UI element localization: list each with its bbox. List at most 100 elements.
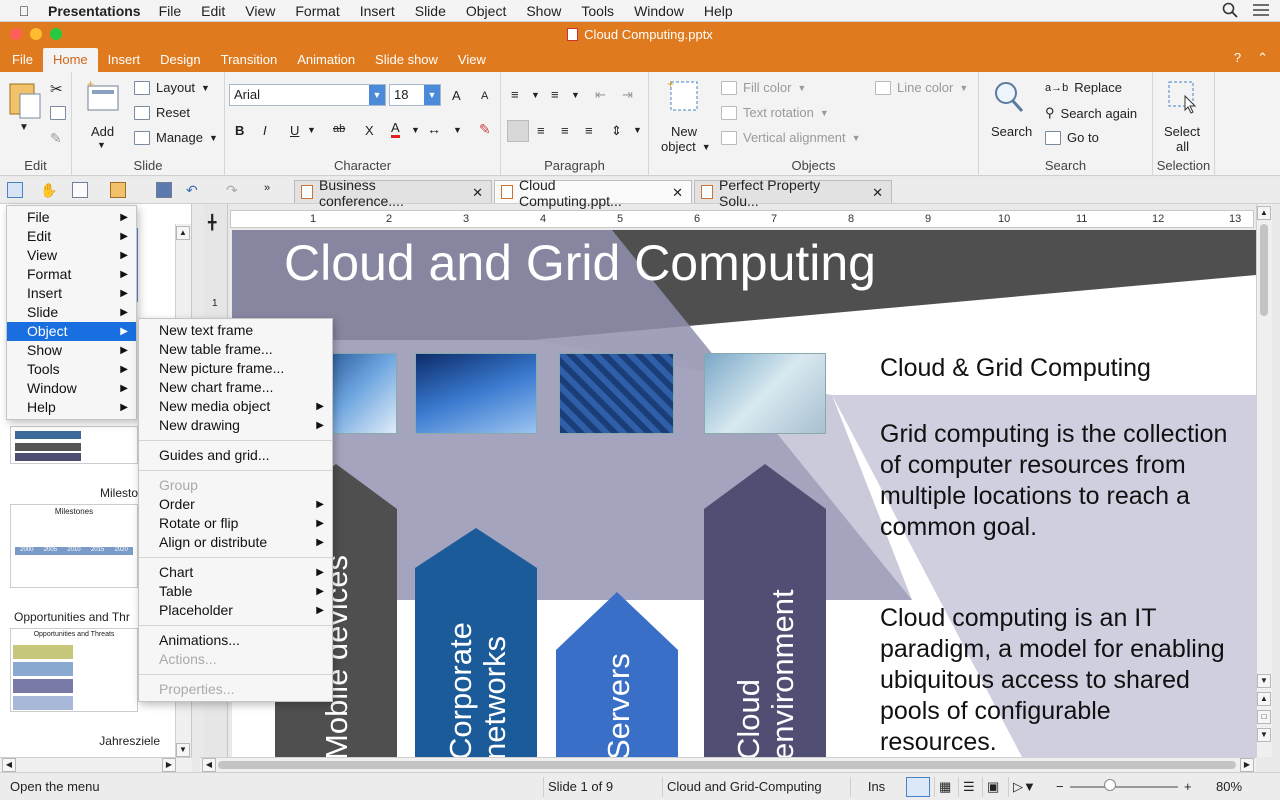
bold-button[interactable]: B [235, 123, 244, 138]
scroll-left-icon[interactable]: ◀ [202, 758, 216, 772]
object-new-table-frame[interactable]: New table frame... [139, 340, 332, 359]
shrink-font-button[interactable]: A [481, 90, 488, 102]
char-spacing-dropdown-icon[interactable]: ▼ [453, 125, 462, 135]
manage-button[interactable]: Manage ▼ [134, 130, 218, 145]
close-tab-icon[interactable]: ✕ [672, 185, 683, 201]
scroll-right-icon[interactable]: ▶ [1240, 758, 1254, 772]
help-icon[interactable]: ? [1234, 50, 1241, 66]
align-center-icon[interactable]: ≡ [537, 123, 545, 138]
doc-tab-business[interactable]: Business conference.... ✕ [294, 177, 492, 209]
network-photo[interactable] [559, 353, 674, 434]
zoom-window-button[interactable] [50, 28, 62, 40]
scroll-up-icon[interactable]: ▲ [1257, 206, 1271, 220]
toolbar-overflow-icon[interactable]: » [264, 182, 280, 198]
mac-menu-edit[interactable]: Edit [201, 3, 225, 19]
doc-tab-cloud-computing[interactable]: Cloud Computing.ppt... ✕ [494, 177, 692, 209]
paste-dropdown-icon[interactable]: ▼ [19, 122, 29, 133]
mac-menu-insert[interactable]: Insert [360, 3, 395, 19]
outline-view-icon[interactable]: ☰ [958, 777, 980, 797]
copy-icon[interactable] [50, 106, 66, 120]
vertical-alignment-button[interactable]: Vertical alignment ▼ [721, 130, 861, 145]
redo-icon[interactable]: ↷ [226, 182, 242, 198]
object-chart[interactable]: Chart ▶ [139, 563, 332, 582]
object-animations[interactable]: Animations... [139, 631, 332, 650]
go-to-button[interactable]: Go to [1045, 130, 1099, 145]
object-rotate-or-flip[interactable]: Rotate or flip ▶ [139, 514, 332, 533]
bullets-icon[interactable]: ≡ [511, 87, 519, 102]
italic-button[interactable]: I [263, 123, 267, 138]
slide-thumb-opportunities[interactable]: Opportunities and Threats [10, 628, 138, 712]
slide-subtitle[interactable]: Cloud & Grid Computing [880, 353, 1151, 384]
mac-menu-slide[interactable]: Slide [415, 3, 446, 19]
tab-file[interactable]: File [2, 48, 43, 72]
zoom-slider[interactable] [1070, 786, 1178, 788]
menu-tools[interactable]: Tools ▶ [7, 360, 136, 379]
tab-transition[interactable]: Transition [211, 48, 288, 72]
line-spacing-dropdown-icon[interactable]: ▼ [633, 125, 642, 135]
previous-slide-icon[interactable]: ▲ [1257, 692, 1271, 706]
status-insert-mode[interactable]: Ins [850, 777, 898, 797]
page-icon[interactable]: □ [1257, 710, 1271, 724]
object-new-text-frame[interactable]: New text frame [139, 321, 332, 340]
line-color-button[interactable]: Line color ▼ [875, 80, 968, 95]
new-object-icon[interactable]: + [667, 78, 701, 114]
align-left-icon[interactable] [507, 120, 529, 142]
menu-edit[interactable]: Edit ▶ [7, 227, 136, 246]
increase-indent-icon[interactable]: ⇥ [622, 87, 633, 103]
add-slide-icon[interactable]: + [86, 80, 120, 112]
zoom-level[interactable]: 80% [1212, 777, 1242, 797]
normal-view-icon[interactable] [906, 777, 930, 797]
menu-file[interactable]: File ▶ [7, 208, 136, 227]
slide-paragraph-cloud[interactable]: Cloud computing is an IT paradigm, a mod… [880, 603, 1230, 757]
add-slide-dropdown-icon[interactable]: ▼ [97, 140, 106, 150]
zoom-in-icon[interactable]: + [1180, 777, 1192, 797]
font-size-combo[interactable]: 18 ▼ [389, 84, 441, 106]
menu-slide[interactable]: Slide ▶ [7, 303, 136, 322]
minimize-window-button[interactable] [30, 28, 42, 40]
select-all-icon[interactable] [1167, 80, 1199, 114]
mac-menu-help[interactable]: Help [704, 3, 733, 19]
menu-format[interactable]: Format ▶ [7, 265, 136, 284]
spotlight-search-icon[interactable] [1222, 2, 1238, 18]
menu-window[interactable]: Window ▶ [7, 379, 136, 398]
scroll-thumb[interactable] [1260, 224, 1268, 316]
strikethrough-button[interactable]: ab [333, 123, 345, 135]
paste-icon[interactable] [8, 80, 42, 120]
scroll-left-icon[interactable]: ◀ [2, 758, 16, 772]
search-button[interactable]: Search [991, 124, 1032, 139]
align-right-icon[interactable]: ≡ [561, 123, 569, 138]
object-order[interactable]: Order ▶ [139, 495, 332, 514]
slide-thumb-2[interactable] [10, 426, 138, 464]
tab-slide-show[interactable]: Slide show [365, 48, 448, 72]
scroll-up-icon[interactable]: ▲ [176, 226, 190, 240]
underline-dropdown-icon[interactable]: ▼ [307, 125, 316, 135]
select-all-button[interactable]: all [1176, 139, 1189, 154]
mac-menu-show[interactable]: Show [526, 3, 561, 19]
object-new-picture-frame[interactable]: New picture frame... [139, 359, 332, 378]
font-name-combo[interactable]: Arial ▼ [229, 84, 386, 106]
building-photo[interactable] [415, 353, 537, 434]
doc-tab-perfect-property[interactable]: Perfect Property Solu... ✕ [694, 177, 892, 209]
bullets-dropdown-icon[interactable]: ▼ [531, 90, 540, 100]
close-tab-icon[interactable]: ✕ [472, 185, 483, 201]
menu-help[interactable]: Help ▶ [7, 398, 136, 417]
object-table[interactable]: Table ▶ [139, 582, 332, 601]
next-slide-icon[interactable]: ▼ [1257, 728, 1271, 742]
tab-view[interactable]: View [448, 48, 496, 72]
scroll-down-icon[interactable]: ▼ [1257, 674, 1271, 688]
hamburger-menu-icon[interactable] [7, 182, 23, 198]
object-new-media-object[interactable]: New media object ▶ [139, 397, 332, 416]
close-tab-icon[interactable]: ✕ [872, 185, 883, 201]
scroll-right-icon[interactable]: ▶ [162, 758, 176, 772]
new-document-icon[interactable] [72, 182, 88, 198]
grow-font-button[interactable]: A [452, 88, 461, 103]
font-size-dropdown-icon[interactable]: ▼ [424, 85, 440, 105]
text-rotation-button[interactable]: Text rotation ▼ [721, 105, 829, 120]
tab-animation[interactable]: Animation [287, 48, 365, 72]
ruler-corner-icon[interactable]: ╋ [208, 214, 216, 231]
notes-view-icon[interactable]: ▣ [982, 777, 1004, 797]
search-icon[interactable] [993, 80, 1025, 114]
mac-menu-object[interactable]: Object [466, 3, 506, 19]
reset-button[interactable]: Reset [134, 105, 190, 120]
fill-color-button[interactable]: Fill color ▼ [721, 80, 806, 95]
